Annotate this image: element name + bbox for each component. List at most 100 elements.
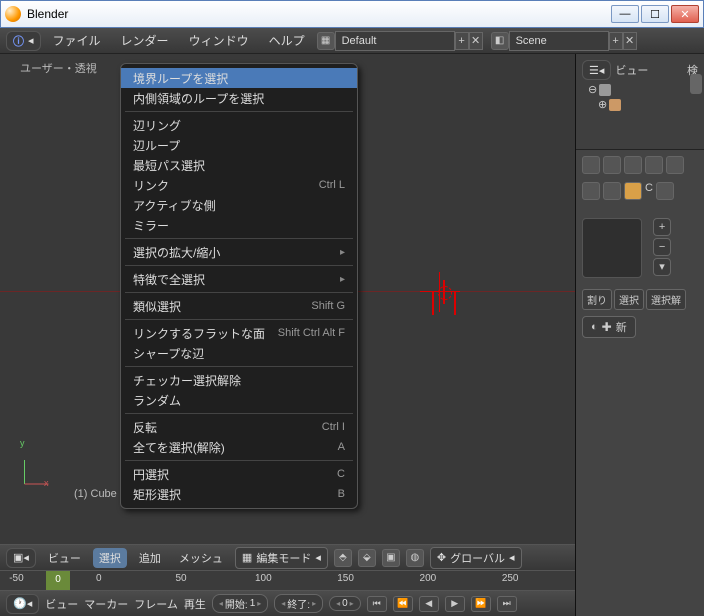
scene-add-button[interactable]: + [609, 32, 623, 50]
deselect-button[interactable]: 選択解 [646, 289, 686, 310]
keyframe-prev-button[interactable]: ⏪ [393, 596, 413, 612]
screen-layout-field[interactable]: Default [335, 31, 455, 51]
menu-item-1[interactable]: 内側領域のループを選択 [121, 88, 357, 108]
info-header: ⓘ◂ ファイル レンダー ウィンドウ ヘルプ ▦ Default + ✕ ◧ S… [0, 28, 704, 54]
layout-add-button[interactable]: + [455, 32, 469, 50]
sphere-icon: ◐ [591, 321, 598, 333]
outliner[interactable]: ☰◂ ビュー 検 ⊖ ⊕ [576, 54, 704, 150]
menu-item-17[interactable]: シャープな辺 [121, 343, 357, 363]
select-button[interactable]: 選択 [614, 289, 644, 310]
select-menu-popup: 境界ループを選択内側領域のループを選択辺リング辺ループ最短パス選択リンクCtrl… [120, 63, 358, 509]
editor-type-outliner[interactable]: ☰◂ [582, 60, 611, 80]
select-mode-edge[interactable]: ⬙ [358, 549, 376, 567]
modifier-tab-icon[interactable] [603, 182, 621, 200]
mode-selector[interactable]: ▦ 編集モード ◂ [235, 547, 328, 569]
menu-item-26[interactable]: 矩形選択B [121, 484, 357, 504]
constraint-tab-icon[interactable] [582, 182, 600, 200]
current-frame-marker[interactable]: 0 [46, 571, 70, 590]
tl-marker[interactable]: マーカー [84, 596, 128, 612]
hdr-mesh[interactable]: メッシュ [173, 548, 229, 568]
select-mode-vert[interactable]: ⬘ [334, 549, 352, 567]
axis-gizmo: y x [14, 448, 50, 484]
menu-item-22[interactable]: 反転Ctrl I [121, 417, 357, 437]
ruler-tick: -50 [9, 573, 23, 584]
jump-end-button[interactable]: ⏭ [497, 596, 517, 612]
world-tab-icon[interactable] [645, 156, 663, 174]
3d-viewport[interactable]: ユーザー・透視 y x (1) [0, 54, 575, 544]
maximize-button[interactable]: ☐ [641, 5, 669, 23]
minimize-button[interactable]: — [611, 5, 639, 23]
new-material-button[interactable]: ◐✚新 [582, 316, 636, 338]
layout-browse-icon[interactable]: ▦ [317, 32, 335, 50]
assign-button[interactable]: 割り [582, 289, 612, 310]
end-frame-field[interactable]: ◂終了:▸ [274, 594, 323, 613]
material-slot-list[interactable] [582, 218, 642, 278]
data-tab-icon[interactable] [656, 182, 674, 200]
menu-help[interactable]: ヘルプ [261, 30, 313, 51]
menu-item-6[interactable]: リンクCtrl L [121, 175, 357, 195]
menu-item-14[interactable]: 類似選択Shift G [121, 296, 357, 316]
menu-item-8[interactable]: ミラー [121, 215, 357, 235]
outliner-row-world[interactable]: ⊕ [580, 97, 700, 112]
ruler-tick: 0 [96, 573, 102, 584]
render-tab-icon[interactable] [603, 156, 621, 174]
hdr-view[interactable]: ビュー [42, 548, 87, 568]
orientation-selector[interactable]: ✥ グローバル ◂ [430, 547, 522, 569]
menu-item-5[interactable]: 最短パス選択 [121, 155, 357, 175]
slot-remove-button[interactable]: − [653, 238, 671, 256]
jump-start-button[interactable]: ⏮ [367, 596, 387, 612]
ruler-tick: 250 [502, 573, 519, 584]
menu-item-0[interactable]: 境界ループを選択 [121, 68, 357, 88]
pin-icon[interactable] [582, 156, 600, 174]
menu-file[interactable]: ファイル [45, 30, 109, 51]
hdr-select[interactable]: 選択 [93, 548, 127, 568]
active-object-label: (1) Cube [74, 488, 117, 500]
layout-remove-button[interactable]: ✕ [469, 32, 483, 50]
keyframe-next-button[interactable]: ⏩ [471, 596, 491, 612]
material-tab-icon[interactable] [624, 182, 642, 200]
editor-type-3dview[interactable]: ▣◂ [6, 548, 36, 568]
outliner-scrollbar[interactable] [690, 74, 702, 94]
scene-remove-button[interactable]: ✕ [623, 32, 637, 50]
menu-item-10[interactable]: 選択の拡大/縮小 [121, 242, 357, 262]
select-mode-face[interactable]: ▣ [382, 549, 400, 567]
ruler-tick: 100 [255, 573, 272, 584]
editor-type-selector[interactable]: ⓘ◂ [6, 31, 41, 51]
timeline-header: 🕐◂ ビュー マーカー フレーム 再生 ◂開始: 1▸ ◂終了:▸ ◂0▸ ⏮ … [0, 590, 575, 616]
hdr-add[interactable]: 追加 [133, 548, 167, 568]
ruler-tick: 150 [337, 573, 354, 584]
scene-field[interactable]: Scene [509, 31, 609, 51]
blender-logo-icon [5, 6, 21, 22]
slot-add-button[interactable]: + [653, 218, 671, 236]
outliner-row-scene[interactable]: ⊖ [580, 82, 700, 97]
scene-browse-icon[interactable]: ◧ [491, 32, 509, 50]
scene-tab-icon[interactable] [624, 156, 642, 174]
menu-item-3[interactable]: 辺リング [121, 115, 357, 135]
timeline-ruler[interactable]: 0 -50050100150200250 [0, 570, 575, 590]
slot-menu-button[interactable]: ▾ [653, 258, 671, 276]
menu-item-4[interactable]: 辺ループ [121, 135, 357, 155]
tl-view[interactable]: ビュー [45, 596, 78, 612]
outliner-view[interactable]: ビュー [615, 62, 648, 78]
menu-item-25[interactable]: 円選択C [121, 464, 357, 484]
menu-item-7[interactable]: アクティブな側 [121, 195, 357, 215]
limit-selection[interactable]: ◍ [406, 549, 424, 567]
menu-item-20[interactable]: ランダム [121, 390, 357, 410]
menu-item-12[interactable]: 特徴で全選択 [121, 269, 357, 289]
editor-type-timeline[interactable]: 🕐◂ [6, 594, 39, 614]
props-context-tabs [582, 156, 698, 174]
menu-item-23[interactable]: 全てを選択(解除)A [121, 437, 357, 457]
play-button[interactable]: ▶ [445, 596, 465, 612]
ruler-tick: 50 [175, 573, 186, 584]
menu-render[interactable]: レンダー [113, 30, 177, 51]
start-frame-field[interactable]: ◂開始: 1▸ [212, 594, 268, 613]
close-button[interactable]: ✕ [671, 5, 699, 23]
tl-frame[interactable]: フレーム [134, 596, 178, 612]
menu-window[interactable]: ウィンドウ [181, 30, 257, 51]
menu-item-16[interactable]: リンクするフラットな面Shift Ctrl Alt F [121, 323, 357, 343]
menu-item-19[interactable]: チェッカー選択解除 [121, 370, 357, 390]
play-reverse-button[interactable]: ◀ [419, 596, 439, 612]
object-tab-icon[interactable] [666, 156, 684, 174]
tl-playback[interactable]: 再生 [184, 596, 206, 612]
current-frame-field[interactable]: ◂0▸ [329, 596, 361, 611]
